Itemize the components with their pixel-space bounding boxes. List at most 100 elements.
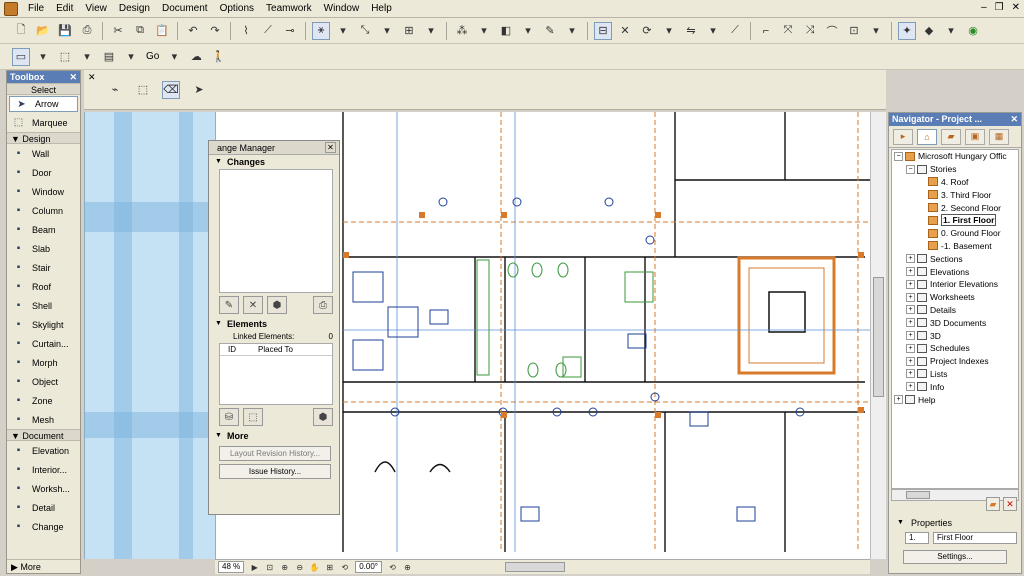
expand-icon[interactable]: + [906, 267, 915, 277]
column-id[interactable]: ID [220, 344, 236, 355]
3d-window-icon[interactable]: ⬚ [56, 48, 74, 66]
menu-view[interactable]: View [79, 0, 113, 18]
tree-category[interactable]: +3D [892, 329, 1018, 342]
selection-method-icon[interactable]: ⬚ [134, 81, 152, 99]
layout-revision-history-button[interactable]: Layout Revision History... [219, 446, 331, 461]
angle-field[interactable]: 0.00° [355, 561, 383, 573]
tree-stories[interactable]: − Stories [892, 163, 1018, 176]
select-section-header[interactable]: Select [7, 83, 80, 95]
expand-icon[interactable]: + [906, 343, 915, 353]
document-section-header[interactable]: ▼ Document [7, 429, 80, 441]
properties-header[interactable]: Properties [889, 516, 1021, 530]
favorites-icon[interactable]: ✦ [898, 21, 916, 40]
tool-window[interactable]: ▪ Window [7, 182, 80, 201]
tree-category[interactable]: + Elevations [892, 265, 1018, 278]
dropdown-arrow-icon[interactable]: ▾ [122, 48, 140, 66]
expand-icon[interactable]: + [894, 395, 903, 405]
intersect-icon[interactable]: ⤨ [801, 22, 819, 40]
arrow-icon[interactable]: ➤ [190, 81, 208, 99]
tool-interior[interactable]: ▪ Interior... [7, 460, 80, 479]
layout-book-icon[interactable]: ▣ [965, 128, 985, 145]
cut-icon[interactable]: ✂ [109, 22, 127, 40]
split-icon[interactable]: ⌐ [757, 22, 775, 40]
copy-icon[interactable]: ⧉ [131, 22, 149, 40]
dropdown-arrow-icon[interactable]: ▾ [519, 22, 537, 40]
rotate-view-icon[interactable]: ⟲ [338, 561, 351, 573]
tool-object[interactable]: ▪ Object [7, 372, 80, 391]
new-change-icon[interactable]: ✎ [219, 296, 239, 314]
trace-icon[interactable]: ⤡ [356, 22, 374, 40]
render-icon[interactable]: ◆ [920, 22, 938, 40]
expand-icon[interactable]: + [906, 305, 915, 315]
dropdown-arrow-icon[interactable]: ▾ [378, 22, 396, 40]
changes-section-header[interactable]: Changes [209, 155, 339, 169]
collapse-icon[interactable]: − [894, 151, 903, 161]
tool-shell[interactable]: ▪ Shell [7, 296, 80, 315]
tool-detail[interactable]: ▪ Detail [7, 498, 80, 517]
expand-icon[interactable]: + [906, 382, 915, 392]
zoom-out-icon[interactable]: ⊖ [293, 561, 306, 573]
expand-icon[interactable]: + [906, 331, 915, 341]
tool-mesh[interactable]: ▪ Mesh [7, 410, 80, 429]
dropdown-arrow-icon[interactable]: ▾ [334, 22, 352, 40]
tree-story[interactable]: -1. Basement [892, 240, 1018, 253]
tree-project-root[interactable]: − Microsoft Hungary Offic [892, 150, 1018, 163]
dropdown-arrow-icon[interactable]: ▾ [660, 22, 678, 40]
project-map-icon[interactable]: ⌂ [917, 128, 937, 145]
menu-edit[interactable]: Edit [50, 0, 79, 18]
tree-story[interactable]: 1. First Floor [892, 214, 1018, 227]
tool-change[interactable]: ▪ Change [7, 517, 80, 536]
elements-section-header[interactable]: Elements [209, 317, 339, 331]
restore-icon[interactable]: ❐ [995, 2, 1004, 13]
expand-icon[interactable]: + [906, 318, 915, 328]
menu-window[interactable]: Window [318, 0, 366, 18]
tree-category[interactable]: + Project Indexes [892, 355, 1018, 368]
record-icon[interactable]: ◉ [964, 22, 982, 40]
tool-marquee[interactable]: ⬚ Marquee [7, 113, 80, 132]
design-section-header[interactable]: ▼ Design [7, 132, 80, 144]
menu-design[interactable]: Design [113, 0, 156, 18]
pan-icon[interactable]: ✋ [308, 561, 321, 573]
tool-curtain[interactable]: ▪ Curtain... [7, 334, 80, 353]
toolbox-more[interactable]: ▶ More [7, 559, 80, 573]
expand-icon[interactable]: + [906, 279, 915, 289]
remove-icon[interactable]: ✕ [616, 22, 634, 40]
undo-icon[interactable]: ↶ [184, 22, 202, 40]
eraser-icon[interactable]: ⌫ [162, 80, 180, 99]
tree-story[interactable]: 4. Roof [892, 176, 1018, 189]
orientation-icon[interactable]: ⟲ [386, 561, 399, 573]
tree-category[interactable]: + Interior Elevations [892, 278, 1018, 291]
column-placed-to[interactable]: Placed To [236, 344, 293, 355]
tool-elevation[interactable]: ▪ Elevation [7, 441, 80, 460]
layout-icon[interactable]: ▤ [100, 48, 118, 66]
change-manager-title[interactable]: ange Manager ✕ [209, 141, 339, 155]
dropdown-arrow-icon[interactable]: ▾ [867, 22, 885, 40]
close-icon[interactable]: ✕ [1012, 2, 1020, 13]
more-section-header[interactable]: More [209, 429, 339, 443]
tree-help[interactable]: + Help [892, 393, 1018, 406]
tree-category[interactable]: + Worksheets [892, 291, 1018, 304]
tree-story[interactable]: 0. Ground Floor [892, 227, 1018, 240]
close-icon[interactable]: ✕ [1010, 113, 1018, 126]
story-name-field[interactable]: First Floor [933, 532, 1017, 544]
tool-zone[interactable]: ▪ Zone [7, 391, 80, 410]
fillet-icon[interactable]: ⌒ [823, 22, 841, 40]
tool-morph[interactable]: ▪ Morph [7, 353, 80, 372]
collapse-icon[interactable]: − [906, 164, 915, 174]
navigator-settings-icon[interactable]: ▸ [893, 128, 913, 145]
delete-icon[interactable]: ✕ [1003, 497, 1017, 511]
zoom-fit-icon[interactable]: ⊡ [263, 561, 276, 573]
canvas-horizontal-scrollbar[interactable] [505, 562, 566, 572]
zoom-field[interactable]: 48 % [218, 561, 245, 573]
tree-story[interactable]: 2. Second Floor [892, 201, 1018, 214]
issue-history-button[interactable]: Issue History... [219, 464, 331, 479]
scrollbar-thumb[interactable] [906, 491, 930, 499]
unlink-elements-icon[interactable]: ⬢ [313, 408, 333, 426]
app-icon[interactable] [4, 1, 18, 16]
expand-icon[interactable]: + [906, 356, 915, 366]
tree-category[interactable]: + Details [892, 304, 1018, 317]
zoom-in-icon[interactable]: ⊕ [278, 561, 291, 573]
select-elements-icon[interactable]: ⬚ [243, 408, 263, 426]
tool-beam[interactable]: ▪ Beam [7, 220, 80, 239]
floor-plan-view-icon[interactable]: ▭ [12, 47, 30, 66]
